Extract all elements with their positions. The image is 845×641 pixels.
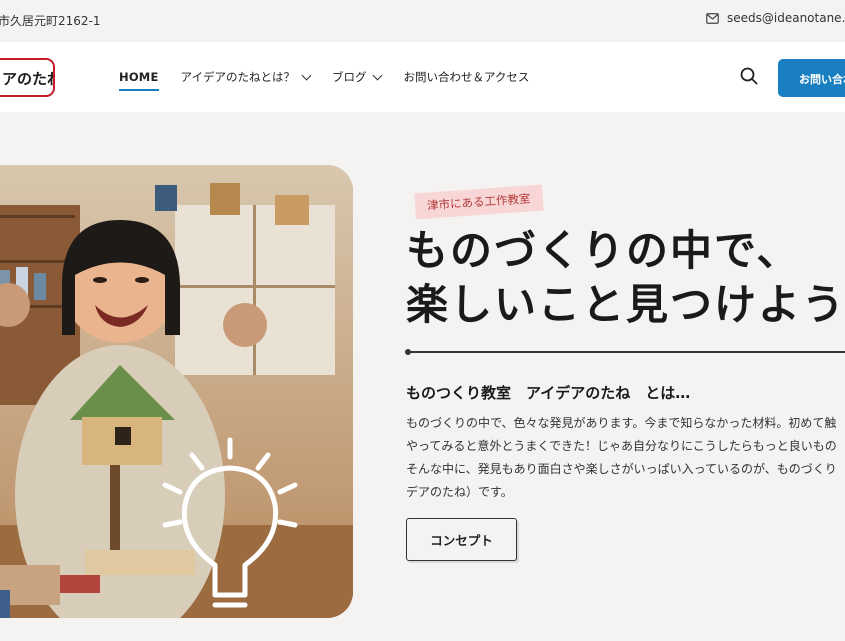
site-header: アのたね HOME アイデアのたねとは？ ブログ お問い合わせ＆アクセス お問い…	[0, 42, 845, 112]
intro-line: ものづくりの中で、色々な発見があります。今まで知らなかった材料。初めて触	[406, 416, 837, 430]
concept-button[interactable]: コンセプト	[406, 518, 517, 561]
site-logo[interactable]: アのたね	[0, 58, 55, 97]
logo-text: アのたね	[2, 70, 53, 88]
address-text: 市久居元町2162-1	[0, 14, 101, 28]
nav-about[interactable]: アイデアのたねとは？	[180, 69, 312, 85]
email-link[interactable]: seeds@ideanotane.jp	[706, 11, 845, 25]
intro-line: そんな中に、発見もあり面白さや楽しさがいっぱい入っているのが、ものづくり	[406, 462, 837, 476]
intro-paragraph: ものづくりの中で、色々な発見があります。今まで知らなかった材料。初めて触 やって…	[406, 412, 845, 504]
nav-blog-label: ブログ	[331, 70, 367, 84]
mail-icon	[706, 12, 719, 24]
headline-line-2: 楽しいこと見つけよう	[406, 280, 845, 329]
chevron-down-icon	[373, 70, 383, 80]
nav-contact-access[interactable]: お問い合わせ＆アクセス	[403, 69, 529, 85]
nav-blog[interactable]: ブログ	[331, 69, 383, 85]
hero-headline: ものづくりの中で、 楽しいこと見つけよう	[406, 224, 845, 332]
location-tag: 津市にある工作教室	[414, 184, 544, 220]
intro-heading: ものつくり教室 アイデアのたね とは…	[406, 384, 691, 402]
section-divider	[405, 349, 845, 354]
hero-photo	[0, 165, 353, 618]
nav-home[interactable]: HOME	[119, 70, 159, 91]
email-text: seeds@ideanotane.jp	[727, 11, 845, 25]
hero-illustration	[0, 165, 353, 618]
headline-line-1: ものづくりの中で、	[406, 226, 801, 275]
intro-line: デアのたね）です。	[406, 485, 513, 499]
intro-line: やってみると意外とうまくできた！じゃあ自分なりにこうしたらもっと良いもの	[406, 439, 837, 453]
chevron-down-icon	[301, 70, 312, 80]
search-icon[interactable]	[740, 67, 758, 85]
top-info-bar: 市久居元町2162-1 seeds@ideanotane.jp	[0, 0, 845, 42]
contact-button[interactable]: お問い合わせ	[778, 59, 845, 97]
nav-about-label: アイデアのたねとは？	[180, 70, 295, 84]
main-nav: HOME アイデアのたねとは？ ブログ お問い合わせ＆アクセス	[119, 69, 551, 91]
